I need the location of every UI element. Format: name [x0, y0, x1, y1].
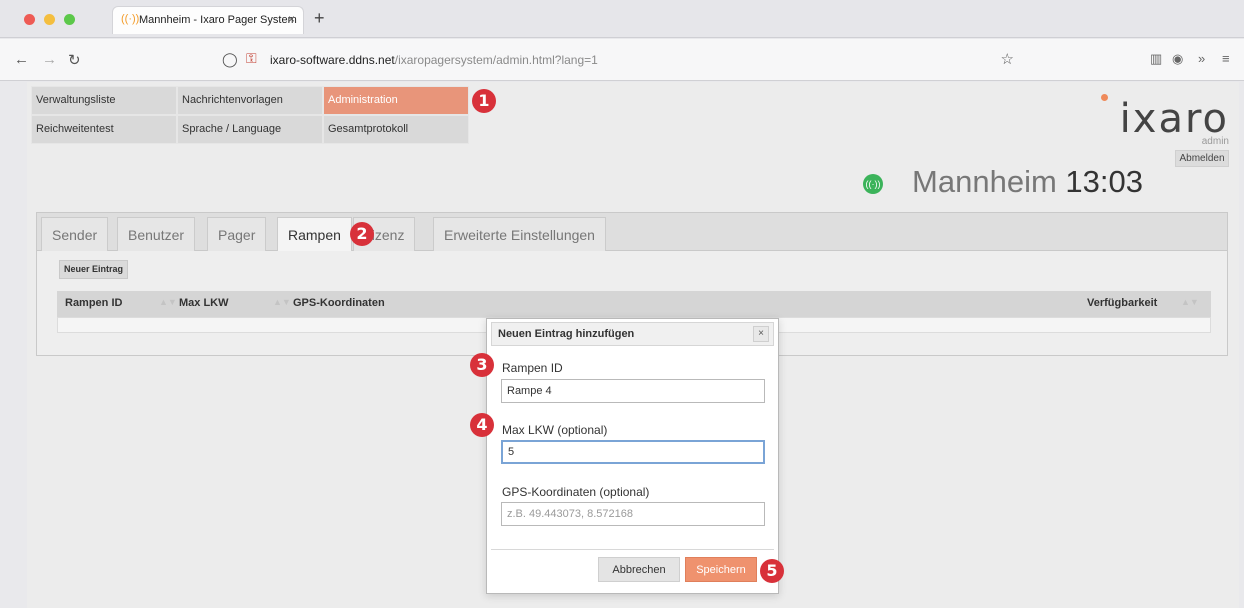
- cancel-button[interactable]: Abbrechen: [598, 557, 680, 582]
- gps-input[interactable]: [501, 502, 765, 526]
- callout-3: 3: [470, 353, 494, 377]
- tab-benutzer[interactable]: Benutzer: [117, 217, 196, 251]
- antenna-favicon-icon: ((·)): [121, 13, 140, 25]
- clock-time: 13:03: [1065, 164, 1143, 199]
- user-role-label: admin: [1201, 136, 1229, 147]
- location-name: Mannheim: [912, 164, 1057, 199]
- column-header-gps[interactable]: GPS-Koordinaten: [293, 297, 385, 309]
- callout-5: 5: [760, 559, 784, 583]
- bookmark-star-icon[interactable]: ☆: [1001, 50, 1014, 68]
- tab-rampen[interactable]: Rampen: [277, 217, 352, 251]
- sort-icon[interactable]: ▲▼: [1181, 297, 1199, 307]
- window-close-button[interactable]: [24, 14, 35, 25]
- menu-item-sprache[interactable]: Sprache / Language: [177, 115, 323, 144]
- url-text[interactable]: ixaro-software.ddns.net/ixaropagersystem…: [270, 53, 598, 67]
- logo-dot: [1101, 94, 1108, 101]
- menu-item-nachrichtenvorlagen[interactable]: Nachrichtenvorlagen: [177, 86, 323, 115]
- reload-icon[interactable]: ↻: [68, 51, 81, 69]
- new-entry-dialog: Neuen Eintrag hinzufügen × Rampen ID Max…: [486, 318, 779, 594]
- column-header-max-lkw[interactable]: Max LKW: [179, 297, 229, 309]
- callout-2: 2: [350, 222, 374, 246]
- online-signal-icon: ((·)): [863, 174, 883, 194]
- forward-arrow-icon[interactable]: →: [42, 51, 57, 68]
- main-menu: Verwaltungsliste Nachrichtenvorlagen Adm…: [31, 86, 473, 146]
- table-header: Rampen ID ▲▼ Max LKW ▲▼ GPS-Koordinaten …: [57, 291, 1211, 317]
- tab-erweiterte-einstellungen[interactable]: Erweiterte Einstellungen: [433, 217, 606, 251]
- window-minimize-button[interactable]: [44, 14, 55, 25]
- column-header-rampen-id[interactable]: Rampen ID: [65, 297, 122, 309]
- close-icon[interactable]: ×: [753, 326, 769, 342]
- sort-icon[interactable]: ▲▼: [273, 297, 291, 307]
- tab-sender[interactable]: Sender: [41, 217, 109, 251]
- admin-tabs: Sender Benutzer Pager Rampen Lizenz Erwe…: [37, 213, 1227, 251]
- sort-icon[interactable]: ▲▼: [159, 297, 177, 307]
- new-entry-button[interactable]: Neuer Eintrag: [59, 260, 129, 279]
- menu-item-reichweitentest[interactable]: Reichweitentest: [31, 115, 177, 144]
- url-bar[interactable]: ◯ ⚿ ixaro-software.ddns.net/ixaropagersy…: [212, 46, 1032, 74]
- overflow-chevron-icon[interactable]: »: [1198, 51, 1205, 66]
- column-header-verfuegbarkeit[interactable]: Verfügbarkeit: [1087, 297, 1157, 309]
- browser-nav-bar: ← → ↻ ◯ ⚿ ixaro-software.ddns.net/ixarop…: [0, 39, 1244, 81]
- menu-item-verwaltungsliste[interactable]: Verwaltungsliste: [31, 86, 177, 115]
- rampen-id-label: Rampen ID: [502, 361, 563, 375]
- save-button[interactable]: Speichern: [685, 557, 757, 582]
- dialog-divider: [491, 549, 774, 550]
- extension-icon[interactable]: ◉: [1172, 51, 1183, 67]
- shield-icon[interactable]: ◯: [222, 51, 238, 68]
- insecure-lock-icon[interactable]: ⚿: [246, 50, 257, 67]
- dialog-title: Neuen Eintrag hinzufügen: [498, 328, 635, 340]
- tab-pager[interactable]: Pager: [207, 217, 267, 251]
- browser-tab[interactable]: ((·)) Mannheim - Ixaro Pager System ×: [112, 6, 304, 34]
- max-lkw-input[interactable]: [501, 440, 765, 464]
- dialog-header: Neuen Eintrag hinzufügen ×: [491, 322, 774, 346]
- callout-4: 4: [470, 413, 494, 437]
- logout-button[interactable]: Abmelden: [1175, 150, 1229, 167]
- location-clock: Mannheim 13:03: [912, 164, 1143, 200]
- back-arrow-icon[interactable]: ←: [14, 51, 29, 68]
- menu-item-gesamtprotokoll[interactable]: Gesamtprotokoll: [323, 115, 469, 144]
- menu-hamburger-icon[interactable]: ≡: [1222, 51, 1230, 66]
- rampen-id-input[interactable]: [501, 379, 765, 403]
- gps-label: GPS-Koordinaten (optional): [502, 485, 650, 499]
- sidebar-icon[interactable]: ▥: [1150, 51, 1162, 67]
- browser-tab-title: Mannheim - Ixaro Pager System: [139, 14, 297, 26]
- menu-item-administration[interactable]: Administration: [323, 86, 469, 115]
- max-lkw-label: Max LKW (optional): [502, 423, 608, 437]
- new-tab-button[interactable]: +: [314, 8, 325, 29]
- close-tab-icon[interactable]: ×: [288, 12, 295, 26]
- callout-1: 1: [472, 89, 496, 113]
- browser-tab-bar: ((·)) Mannheim - Ixaro Pager System × +: [0, 0, 1244, 38]
- window-zoom-button[interactable]: [64, 14, 75, 25]
